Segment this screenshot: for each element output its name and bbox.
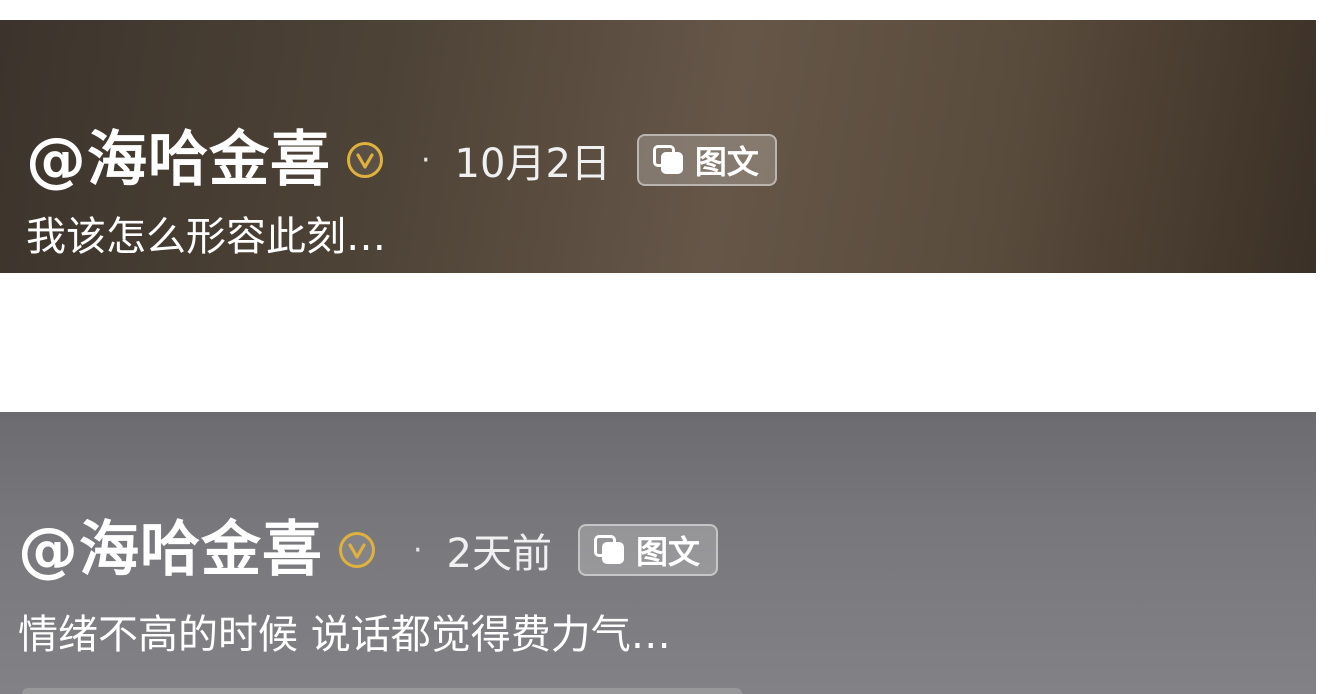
post-time: 10月2日 xyxy=(454,141,611,187)
author-name[interactable]: @海哈金喜 xyxy=(26,130,331,190)
author-name[interactable]: @海哈金喜 xyxy=(18,520,323,580)
post-card[interactable]: @海哈金喜 · 2天前 图文 情绪不高的时候 说话都觉得费力气… xyxy=(0,412,1316,694)
post-card[interactable]: @海哈金喜 · 10月2日 图文 我该怎么形容此刻… xyxy=(0,20,1316,273)
post-caption[interactable]: 情绪不高的时候 说话都觉得费力气… xyxy=(18,615,671,655)
gallery-icon xyxy=(594,535,626,565)
verified-badge-icon xyxy=(347,142,383,178)
post-caption[interactable]: 我该怎么形容此刻… xyxy=(26,217,386,257)
post-type-tag: 图文 xyxy=(578,524,719,576)
verified-badge-icon xyxy=(339,532,375,568)
next-element-edge xyxy=(22,688,742,694)
post-type-label: 图文 xyxy=(636,533,701,571)
post-meta-row: @海哈金喜 · 2天前 图文 xyxy=(18,520,719,580)
separator-dot: · xyxy=(421,142,431,178)
video-feed: @海哈金喜 · 10月2日 图文 我该怎么形容此刻… @海哈金喜 · 2天前 图… xyxy=(0,0,1338,694)
separator-dot: · xyxy=(413,532,423,568)
gallery-icon xyxy=(652,145,685,175)
post-time: 2天前 xyxy=(446,531,552,577)
post-type-tag: 图文 xyxy=(636,134,777,186)
page-margin xyxy=(1316,0,1338,694)
post-meta-row: @海哈金喜 · 10月2日 图文 xyxy=(26,130,777,190)
post-type-label: 图文 xyxy=(694,143,759,181)
